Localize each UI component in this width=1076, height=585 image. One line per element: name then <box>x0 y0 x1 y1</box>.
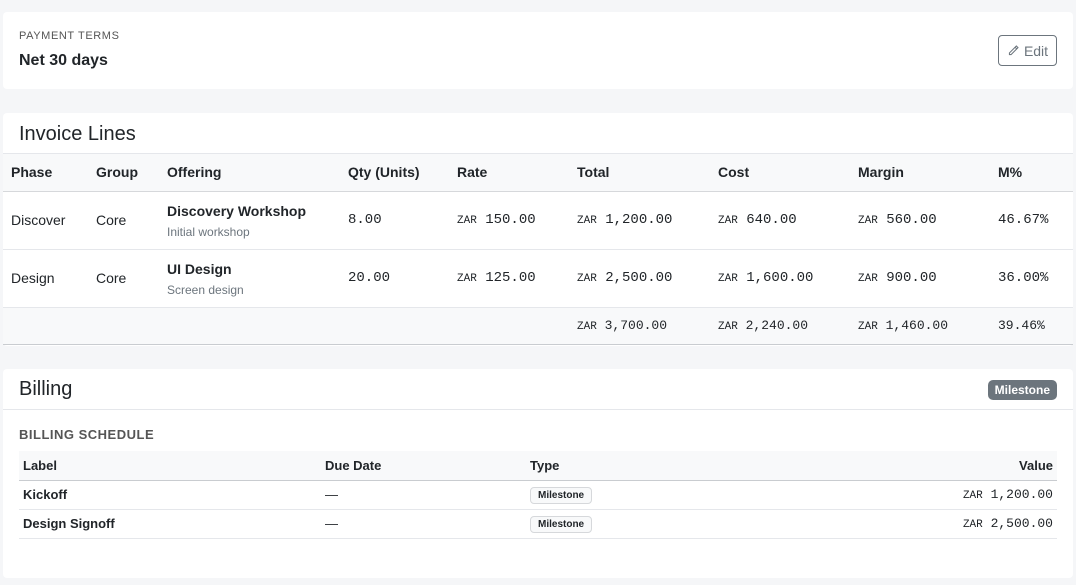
table-row[interactable]: Discover Core Discovery Workshop Initial… <box>3 191 1073 250</box>
col-header-total: Total <box>569 154 710 192</box>
billing-schedule-title: BILLING SCHEDULE <box>19 427 155 442</box>
cell-phase: Discover <box>3 191 88 250</box>
payment-terms-label: PAYMENT TERMS <box>19 30 120 42</box>
table-row[interactable]: Design Core UI Design Screen design 20.0… <box>3 249 1073 308</box>
cell-qty: 20.00 <box>340 249 449 308</box>
cell-offering: Discovery Workshop Initial workshop <box>159 191 340 250</box>
col-header-offering: Offering <box>159 154 340 192</box>
payment-terms-card: PAYMENT TERMS Net 30 days Edit <box>3 12 1073 89</box>
col-header-rate: Rate <box>449 154 569 192</box>
col-header-label: Label <box>19 451 321 481</box>
billing-card: Billing Milestone BILLING SCHEDULE Label… <box>3 369 1073 578</box>
cell-value: ZAR 2,500.00 <box>826 509 1057 539</box>
col-header-margin: Margin <box>850 154 990 192</box>
total-mpct: 39.46% <box>990 307 1073 345</box>
cell-mpct: 36.00% <box>990 249 1073 308</box>
cell-value: ZAR 1,200.00 <box>826 480 1057 510</box>
col-header-mpct: M% <box>990 154 1073 192</box>
cell-offering: UI Design Screen design <box>159 249 340 308</box>
payment-terms-value: Net 30 days <box>19 52 108 69</box>
offering-description: Initial workshop <box>167 225 250 239</box>
offering-name: UI Design <box>167 261 232 277</box>
edit-payment-terms-button[interactable]: Edit <box>998 35 1057 66</box>
billing-title: Billing <box>19 378 73 400</box>
offering-name: Discovery Workshop <box>167 203 307 219</box>
edit-button-label: Edit <box>1023 42 1049 59</box>
billing-header: Billing Milestone <box>3 369 1073 410</box>
invoice-lines-table: Phase Group Offering Qty (Units) Rate To… <box>3 154 1073 345</box>
cell-cost: ZAR 1,600.00 <box>710 249 850 308</box>
col-header-phase: Phase <box>3 154 88 192</box>
cell-label: Kickoff <box>19 480 321 510</box>
cell-margin: ZAR 560.00 <box>850 191 990 250</box>
col-header-cost: Cost <box>710 154 850 192</box>
type-badge: Milestone <box>530 486 593 504</box>
col-header-type: Type <box>526 451 826 481</box>
col-header-qty: Qty (Units) <box>340 154 449 192</box>
cell-group: Core <box>88 249 159 308</box>
cell-due-date: — <box>321 509 526 539</box>
invoice-lines-header-row: Phase Group Offering Qty (Units) Rate To… <box>3 154 1073 192</box>
billing-schedule-header-row: Label Due Date Type Value <box>19 451 1057 481</box>
billing-schedule-table: Label Due Date Type Value Kickoff — Mile… <box>19 451 1057 539</box>
cell-type: Milestone <box>526 509 826 539</box>
table-row[interactable]: Design Signoff — Milestone ZAR 2,500.00 <box>19 509 1057 539</box>
total-margin: ZAR 1,460.00 <box>850 307 990 345</box>
table-row[interactable]: Kickoff — Milestone ZAR 1,200.00 <box>19 480 1057 510</box>
cell-qty: 8.00 <box>340 191 449 250</box>
cell-group: Core <box>88 191 159 250</box>
cell-type: Milestone <box>526 480 826 510</box>
total-total: ZAR 3,700.00 <box>569 307 710 345</box>
cell-rate: ZAR 150.00 <box>449 191 569 250</box>
cell-rate: ZAR 125.00 <box>449 249 569 308</box>
type-badge: Milestone <box>530 515 593 533</box>
cell-total: ZAR 2,500.00 <box>569 249 710 308</box>
billing-mode-badge: Milestone <box>987 380 1057 400</box>
col-header-group: Group <box>88 154 159 192</box>
pencil-icon <box>1008 45 1019 56</box>
invoice-lines-card: Invoice Lines Phase Group Offering Qty (… <box>3 113 1073 346</box>
invoice-lines-header: Invoice Lines <box>3 113 1073 154</box>
cell-margin: ZAR 900.00 <box>850 249 990 308</box>
totals-row: ZAR 3,700.00 ZAR 2,240.00 ZAR 1,460.00 3… <box>3 307 1073 345</box>
cell-label: Design Signoff <box>19 509 321 539</box>
cell-due-date: — <box>321 480 526 510</box>
offering-description: Screen design <box>167 283 244 297</box>
col-header-due-date: Due Date <box>321 451 526 481</box>
cell-cost: ZAR 640.00 <box>710 191 850 250</box>
cell-phase: Design <box>3 249 88 308</box>
total-cost: ZAR 2,240.00 <box>710 307 850 345</box>
cell-mpct: 46.67% <box>990 191 1073 250</box>
invoice-lines-title: Invoice Lines <box>19 123 136 145</box>
col-header-value: Value <box>826 451 1057 481</box>
cell-total: ZAR 1,200.00 <box>569 191 710 250</box>
